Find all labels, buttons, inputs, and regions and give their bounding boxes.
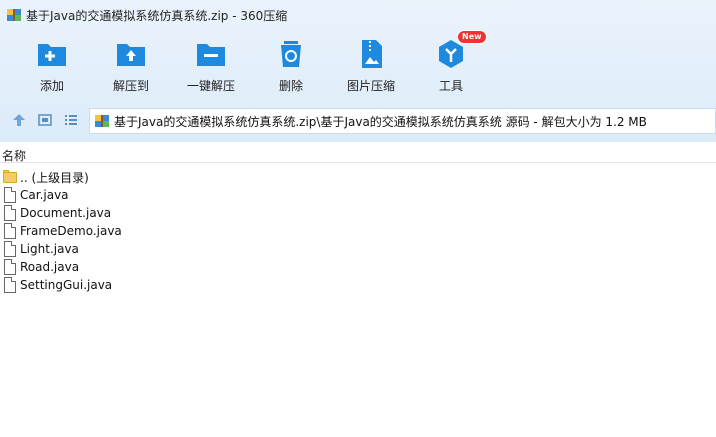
title-bar: 基于Java的交通模拟系统仿真系统.zip - 360压缩 [0,0,716,30]
address-bar[interactable]: 基于Java的交通模拟系统仿真系统.zip\基于Java的交通模拟系统仿真系统 … [89,108,716,134]
archive-app-icon [6,7,22,23]
list-item[interactable]: Car.java [2,186,716,204]
delete-button[interactable]: 删除 [251,34,331,96]
image-compress-button[interactable]: 图片压缩 [331,34,411,96]
file-icon [2,259,18,275]
one-click-extract-icon [195,38,227,70]
new-badge: New [457,30,487,44]
thumbnail-view-icon[interactable] [37,112,53,128]
file-icon [2,187,18,203]
file-name: Light.java [20,242,79,256]
file-name: FrameDemo.java [20,224,122,238]
list-item-parent-directory[interactable]: .. (上级目录) [2,168,716,186]
file-icon [2,205,18,221]
address-path: 基于Java的交通模拟系统仿真系统.zip\基于Java的交通模拟系统仿真系统 … [114,114,647,129]
tools-label: 工具 [438,79,463,93]
file-list: .. (上级目录) Car.java Document.java FrameDe… [2,168,716,294]
up-arrow-icon[interactable] [11,112,27,128]
image-compress-label: 图片压缩 [346,79,395,93]
extract-to-icon [115,38,147,70]
file-icon [2,277,18,293]
one-click-extract-label: 一键解压 [186,79,235,93]
add-label: 添加 [39,79,64,93]
navigation-row: 基于Java的交通模拟系统仿真系统.zip\基于Java的交通模拟系统仿真系统 … [0,106,716,134]
extract-to-button[interactable]: 解压到 [91,34,171,96]
file-name: .. (上级目录) [20,170,89,185]
add-folder-icon [36,38,68,70]
file-icon [2,223,18,239]
add-button[interactable]: 添加 [12,34,92,96]
delete-label: 删除 [278,79,303,93]
extract-to-label: 解压到 [112,79,149,93]
list-item[interactable]: Road.java [2,258,716,276]
tools-button[interactable]: New 工具 [411,30,491,96]
list-item[interactable]: Light.java [2,240,716,258]
one-click-extract-button[interactable]: 一键解压 [171,34,251,96]
list-item[interactable]: SettingGui.java [2,276,716,294]
list-item[interactable]: FrameDemo.java [2,222,716,240]
file-name: Document.java [20,206,112,220]
window-title: 基于Java的交通模拟系统仿真系统.zip - 360压缩 [26,8,288,23]
file-icon [2,241,18,257]
folder-icon [2,169,18,185]
file-name: Car.java [20,188,69,202]
image-compress-icon [355,38,387,70]
main-toolbar: 添加 解压到 一键解压 删除 图片压缩 New 工具 [0,30,716,96]
file-name: SettingGui.java [20,278,113,292]
column-header-name[interactable]: 名称 [2,147,26,164]
list-header: 名称 [0,144,716,163]
list-view-icon[interactable] [63,112,79,128]
file-name: Road.java [20,260,80,274]
recycle-bin-icon [275,38,307,70]
list-item[interactable]: Document.java [2,204,716,222]
archive-icon [94,113,110,129]
